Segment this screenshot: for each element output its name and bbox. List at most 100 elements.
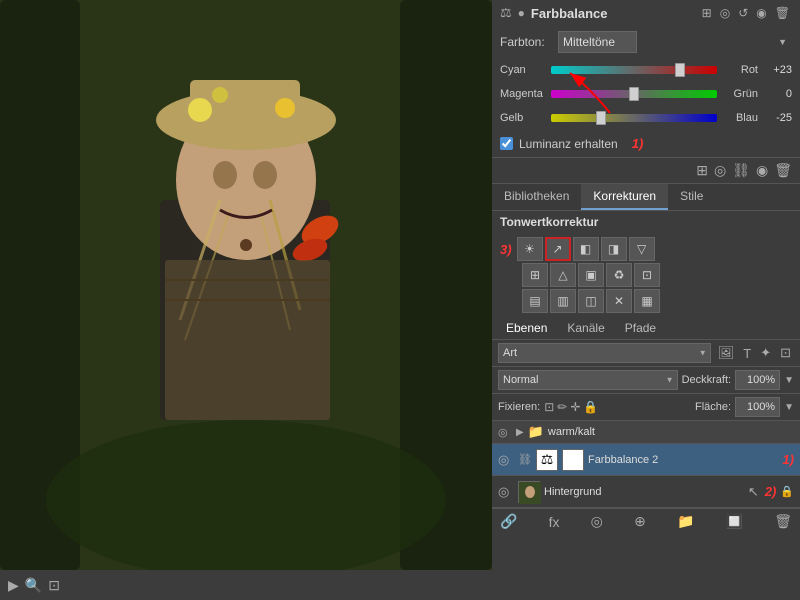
folder-bottom-icon[interactable]: 📁 (677, 513, 694, 530)
magenta-grun-slider[interactable] (551, 86, 717, 102)
zoom-icon[interactable]: 🔍 (25, 577, 42, 594)
farbbalance-layer-name: Farbbalance 2 (588, 454, 778, 466)
deckkraft-label: Deckkraft: (682, 374, 732, 386)
curves-icon-btn[interactable]: ↗ (545, 237, 571, 261)
deckkraft-dropdown[interactable]: ▼ (784, 375, 794, 386)
art-select-wrapper[interactable]: Art (498, 343, 711, 363)
eye-group-icon[interactable]: ◎ (498, 426, 512, 439)
tab-pfade[interactable]: Pfade (615, 317, 666, 339)
tab-bar: Bibliotheken Korrekturen Stile (492, 183, 800, 211)
flache-input[interactable] (735, 397, 780, 417)
photo-layer-icon[interactable]: 🖼 (715, 344, 738, 362)
farbton-label: Farbton: (500, 35, 550, 49)
tab-stile[interactable]: Stile (668, 184, 715, 210)
mask-bottom-icon[interactable]: ◎ (591, 513, 603, 530)
hintergrund-layer-row[interactable]: ◎ Hintergrund ↖ 2) 🔒 (492, 476, 800, 508)
blend-row: Normal Deckkraft: ▼ (492, 367, 800, 394)
grid-corr-icon[interactable]: ⊞ (696, 162, 708, 179)
magenta-grun-thumb[interactable] (629, 87, 639, 101)
fix-brush-icon[interactable]: ✏ (557, 400, 567, 414)
eye-icon[interactable]: ◎ (718, 4, 732, 22)
fix-pixel-icon[interactable]: ⊡ (544, 400, 554, 414)
flache-label: Fläche: (695, 401, 731, 413)
delete-bottom-icon[interactable]: 🗑 (774, 513, 792, 530)
luminanz-checkbox[interactable] (500, 137, 513, 150)
farbton-select[interactable]: Tiefen Mitteltöne Lichter (558, 31, 637, 53)
hsl-icon-btn[interactable]: △ (550, 263, 576, 287)
blend-select-wrapper[interactable]: Normal (498, 370, 678, 390)
invert-icon-btn[interactable]: ▤ (522, 289, 548, 313)
cyan-rot-value: +23 (764, 64, 792, 76)
deckkraft-input[interactable] (735, 370, 780, 390)
ebenen-section: Ebenen Kanäle Pfade Art 🖼 T ✦ ⊡ Normal (492, 317, 800, 600)
fix-icons: ⊡ ✏ ✛ 🔒 (544, 400, 691, 414)
group-row[interactable]: ◎ ▶ 📁 warm/kalt (492, 421, 800, 444)
grid-icon[interactable]: ⊞ (700, 4, 714, 22)
tab-kanale[interactable]: Kanäle (557, 317, 614, 339)
fit-icon[interactable]: ⊡ (48, 577, 60, 594)
eye2-corr-icon[interactable]: ◉ (756, 162, 768, 179)
chain-corr-icon[interactable]: ⛓ (732, 162, 750, 179)
threshold-icon-btn[interactable]: ◫ (578, 289, 604, 313)
bw-icon-btn[interactable]: ♻ (606, 263, 632, 287)
selectivecolor-icon-btn[interactable]: ✕ (606, 289, 632, 313)
eye-corr-icon[interactable]: ◎ (714, 162, 726, 179)
tab-korrekturen[interactable]: Korrekturen (581, 184, 668, 210)
hintergrund-annotation: 2) (765, 484, 777, 499)
fx-bottom-icon[interactable]: fx (549, 514, 560, 530)
play-icon[interactable]: ▶ (8, 577, 19, 594)
group-name: warm/kalt (548, 426, 595, 438)
layers-container: ◎ ▶ 📁 warm/kalt ◎ ⛓ ⚖ Farbbalance 2 1) ◎ (492, 421, 800, 508)
art-select[interactable]: Art (498, 343, 711, 363)
gradient-icon-btn[interactable]: ▽ (629, 237, 655, 261)
gelb-blau-row: Gelb Blau -25 (492, 106, 800, 130)
group-arrow-icon: ▶ (516, 427, 524, 438)
levels-icon-btn[interactable]: ◧ (573, 237, 599, 261)
grun-label: Grün (723, 88, 758, 100)
fixieren-label: Fixieren: (498, 401, 540, 413)
farbbalance-visibility-icon[interactable]: ◎ (498, 452, 514, 468)
fix-all-icon[interactable]: 🔒 (583, 400, 598, 414)
farbbalance-thumb: ⚖ (536, 449, 558, 471)
hintergrund-visibility-icon[interactable]: ◎ (498, 484, 514, 500)
layers-bottom-toolbar: 🔗 fx ◎ ⊕ 📁 🔲 🗑 (492, 508, 800, 534)
hintergrund-layer-name: Hintergrund (544, 486, 744, 498)
tab-ebenen[interactable]: Ebenen (496, 317, 557, 339)
posterize-icon-btn[interactable]: ▥ (550, 289, 576, 313)
farbbalance-layer-row[interactable]: ◎ ⛓ ⚖ Farbbalance 2 1) (492, 444, 800, 476)
smart-layer-icon[interactable]: ⊡ (777, 344, 794, 362)
vibrance-icon-btn[interactable]: ▦ (634, 289, 660, 313)
cyan-rot-slider[interactable] (551, 62, 717, 78)
farbton-select-wrapper[interactable]: Tiefen Mitteltöne Lichter (558, 31, 792, 53)
gelb-blau-slider[interactable] (551, 110, 717, 126)
blau-label: Blau (723, 112, 758, 124)
fixieren-row: Fixieren: ⊡ ✏ ✛ 🔒 Fläche: ▼ (492, 394, 800, 421)
refresh-icon[interactable]: ↺ (736, 4, 750, 22)
delete-corr-icon[interactable]: 🗑 (774, 162, 792, 179)
eye2-icon[interactable]: ◉ (754, 4, 768, 22)
ebenen-controls: Art 🖼 T ✦ ⊡ (492, 340, 800, 367)
brightness-icon-btn[interactable]: ☀ (517, 237, 543, 261)
fix-move-icon[interactable]: ✛ (570, 400, 580, 414)
link-bottom-icon[interactable]: 🔗 (500, 513, 517, 530)
pattern-icon-btn[interactable]: ⊞ (522, 263, 548, 287)
photo-icon-btn[interactable]: ⊡ (634, 263, 660, 287)
ebenen-icons: 🖼 T ✦ ⊡ (715, 344, 794, 362)
main-image (0, 0, 492, 570)
tab-bibliotheken[interactable]: Bibliotheken (492, 184, 581, 210)
flache-dropdown[interactable]: ▼ (784, 402, 794, 413)
levels2-icon-btn[interactable]: ◨ (601, 237, 627, 261)
gelb-blau-thumb[interactable] (596, 111, 606, 125)
effect-layer-icon[interactable]: ✦ (757, 344, 774, 362)
right-panel: ⚖ ● Farbbalance ⊞ ◎ ↺ ◉ 🗑 Farbton: Tiefe… (492, 0, 800, 600)
blend-select[interactable]: Normal (498, 370, 678, 390)
colorbalance-icon-btn[interactable]: ▣ (578, 263, 604, 287)
luminanz-label: Luminanz erhalten (519, 137, 618, 151)
adjustment-bottom-icon[interactable]: ⊕ (634, 513, 646, 530)
newlayer-bottom-icon[interactable]: 🔲 (726, 513, 743, 530)
magenta-grun-row: Magenta Grün 0 (492, 82, 800, 106)
farbbalance-annotation: 1) (782, 452, 794, 467)
cyan-rot-thumb[interactable] (675, 63, 685, 77)
text-layer-icon[interactable]: T (740, 345, 754, 362)
delete-icon[interactable]: 🗑 (773, 4, 792, 22)
